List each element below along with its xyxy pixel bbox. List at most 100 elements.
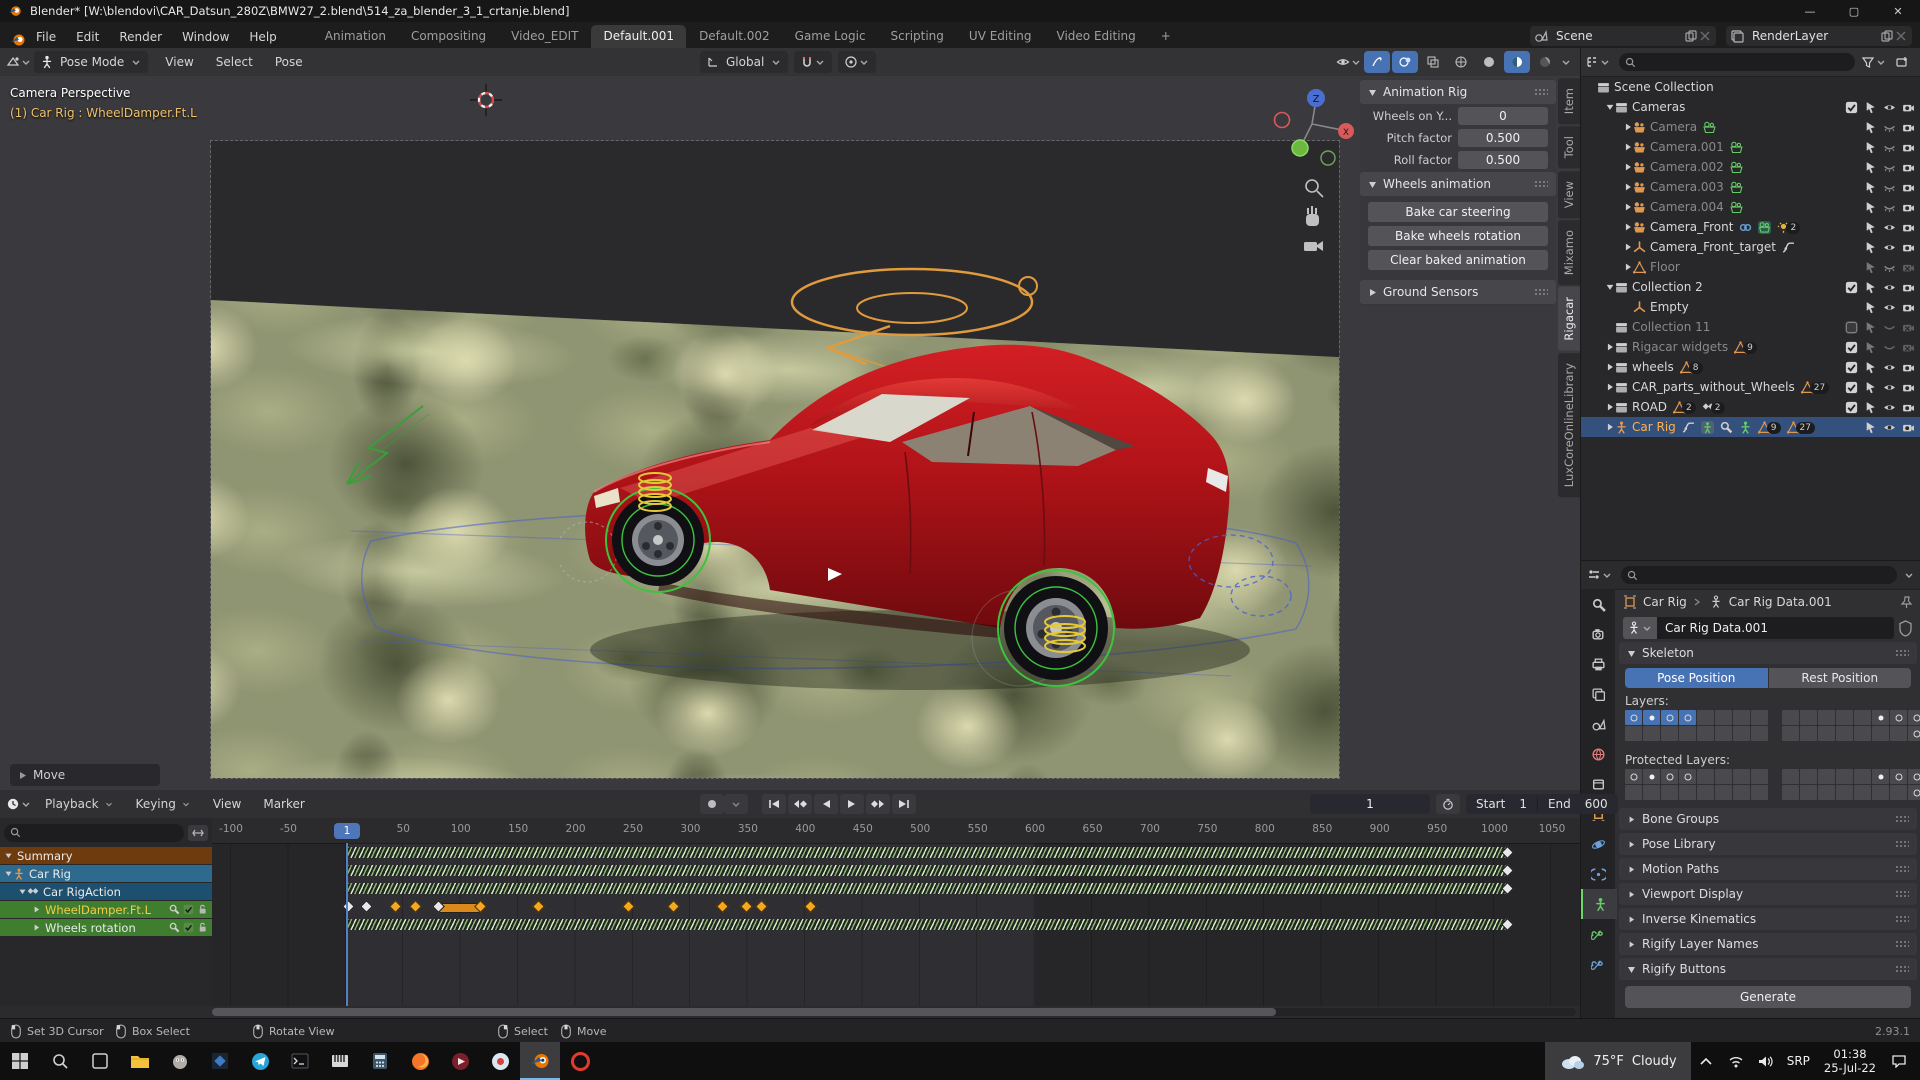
prev-keyframe-button[interactable]: [788, 794, 812, 814]
layer-cell[interactable]: [1679, 726, 1696, 741]
render-icon[interactable]: [1581, 619, 1615, 649]
inverse-kinematics-panel-header[interactable]: Inverse Kinematics: [1619, 908, 1917, 930]
selectability-icon[interactable]: [1864, 321, 1877, 334]
channel-summary[interactable]: Summary: [0, 847, 212, 864]
outliner-item-label[interactable]: wheels: [1632, 360, 1674, 374]
bake-wheels-rotation-button[interactable]: Bake wheels rotation: [1368, 226, 1548, 246]
drag-grip-icon[interactable]: [1895, 890, 1909, 898]
layer-cell[interactable]: [1872, 710, 1889, 725]
breadcrumb-object[interactable]: Car Rig: [1643, 595, 1687, 609]
selectability-icon[interactable]: [1864, 261, 1877, 274]
workspace-tab-game-logic[interactable]: Game Logic: [783, 25, 878, 48]
visibility-eye-icon[interactable]: [1883, 161, 1896, 174]
operator-panel[interactable]: Move: [10, 764, 160, 786]
scrollbar-thumb[interactable]: [212, 1008, 1276, 1016]
copy-icon[interactable]: [1684, 29, 1698, 43]
keying-set-dropdown[interactable]: [724, 794, 748, 814]
visibility-eye-icon[interactable]: [1883, 281, 1896, 294]
current-frame-tag[interactable]: 1: [334, 823, 360, 839]
layer-cell[interactable]: [1751, 785, 1768, 800]
layer-cell[interactable]: [1818, 785, 1835, 800]
render-visibility-icon[interactable]: [1902, 361, 1915, 374]
editor-type-button[interactable]: [6, 51, 32, 73]
visibility-eye-icon[interactable]: [1883, 401, 1896, 414]
visibility-eye-icon[interactable]: [1883, 301, 1896, 314]
scene-icon[interactable]: [1581, 709, 1615, 739]
close-button[interactable]: ✕: [1876, 0, 1920, 22]
outliner-item-label[interactable]: Camera.004: [1650, 200, 1724, 214]
outliner-item-label[interactable]: Car Rig: [1632, 420, 1676, 434]
close-icon[interactable]: [1894, 29, 1908, 43]
layer-cell[interactable]: [1782, 785, 1799, 800]
bone-constraint-icon[interactable]: [1581, 949, 1615, 979]
viewport-menu-pose[interactable]: Pose: [264, 55, 314, 69]
keyframe-diamond[interactable]: [805, 900, 818, 913]
dope-sheet-area[interactable]: -100-50501001502002503003504004505005506…: [212, 818, 1580, 1006]
layer-cell[interactable]: [1697, 769, 1714, 784]
workspace-tab--[interactable]: +: [1149, 25, 1183, 48]
channel-enable-icon[interactable]: [183, 904, 194, 915]
show-overlays-toggle[interactable]: [1392, 51, 1418, 73]
xray-toggle[interactable]: [1420, 51, 1446, 73]
clear-baked-animation-button[interactable]: Clear baked animation: [1368, 250, 1548, 270]
menu-file[interactable]: File: [26, 26, 66, 48]
outliner-row[interactable]: Collection 2: [1581, 277, 1920, 297]
render-visibility-icon[interactable]: [1902, 101, 1915, 114]
camera-view-icon[interactable]: [1304, 241, 1323, 251]
outliner-item-label[interactable]: Camera.002: [1650, 160, 1724, 174]
outliner-row[interactable]: Scene Collection: [1581, 77, 1920, 97]
render-visibility-icon[interactable]: [1902, 121, 1915, 134]
selectability-icon[interactable]: [1864, 381, 1877, 394]
layer-cell[interactable]: [1661, 726, 1678, 741]
taskbar-search-icon[interactable]: [40, 1042, 80, 1080]
selectability-icon[interactable]: [1864, 141, 1877, 154]
play-button[interactable]: [840, 794, 864, 814]
channel-car-rig[interactable]: Car Rig: [0, 865, 212, 882]
selectability-icon[interactable]: [1864, 201, 1877, 214]
world-icon[interactable]: [1581, 739, 1615, 769]
visibility-eye-icon[interactable]: [1883, 121, 1896, 134]
expand-toggle-icon[interactable]: [1623, 142, 1633, 152]
outliner-item-label[interactable]: Rigacar widgets: [1632, 340, 1728, 354]
modifier-icon[interactable]: [169, 904, 180, 915]
outliner-item-label[interactable]: Cameras: [1632, 100, 1685, 114]
visibility-eye-icon[interactable]: [1883, 221, 1896, 234]
pose-library-panel-header[interactable]: Pose Library: [1619, 833, 1917, 855]
keyframe-diamond[interactable]: [716, 900, 729, 913]
outliner-item-label[interactable]: Scene Collection: [1614, 80, 1714, 94]
keyboard-language[interactable]: SRP: [1787, 1054, 1810, 1068]
selectability-icon[interactable]: [1864, 101, 1877, 114]
properties-editor-type[interactable]: [1587, 564, 1613, 586]
copy-icon[interactable]: [1880, 29, 1894, 43]
selectability-icon[interactable]: [1864, 161, 1877, 174]
expand-toggle-icon[interactable]: [1623, 222, 1633, 232]
layer-cell[interactable]: [1782, 726, 1799, 741]
outliner-row[interactable]: Car Rig927: [1581, 417, 1920, 437]
notifications-icon[interactable]: [1888, 1054, 1910, 1068]
datablock-name-field[interactable]: Car Rig Data.001: [1657, 617, 1894, 639]
layer-cell[interactable]: [1715, 785, 1732, 800]
keyframe-diamond[interactable]: [622, 900, 635, 913]
workspace-tab-default-002[interactable]: Default.002: [687, 25, 782, 48]
outliner-display-mode[interactable]: [1585, 51, 1611, 73]
generate-button[interactable]: Generate: [1625, 986, 1911, 1008]
rig-field-value[interactable]: 0: [1458, 107, 1548, 125]
layer-cell[interactable]: [1751, 769, 1768, 784]
motion-paths-panel-header[interactable]: Motion Paths: [1619, 858, 1917, 880]
layer-cell[interactable]: [1733, 726, 1750, 741]
datablock-type-chip[interactable]: [1623, 617, 1657, 639]
sidebar-tab-luxcoreonlinelibrary[interactable]: LuxCoreOnlineLibrary: [1558, 353, 1580, 497]
expand-toggle-icon[interactable]: [1605, 102, 1615, 112]
rigify-layer-names-panel-header[interactable]: Rigify Layer Names: [1619, 933, 1917, 955]
outliner-row[interactable]: Camera.002: [1581, 157, 1920, 177]
layer-cell[interactable]: [1715, 726, 1732, 741]
expand-toggle-icon[interactable]: [1605, 422, 1615, 432]
jump-to-end-button[interactable]: [892, 794, 916, 814]
layer-cell[interactable]: [1697, 785, 1714, 800]
expand-toggle-icon[interactable]: [1605, 382, 1615, 392]
render-visibility-icon[interactable]: [1902, 401, 1915, 414]
taskbar-start-icon[interactable]: [0, 1042, 40, 1080]
layer-cell[interactable]: [1679, 769, 1696, 784]
outliner-row[interactable]: Camera: [1581, 117, 1920, 137]
keyframe-diamond[interactable]: [360, 900, 373, 913]
